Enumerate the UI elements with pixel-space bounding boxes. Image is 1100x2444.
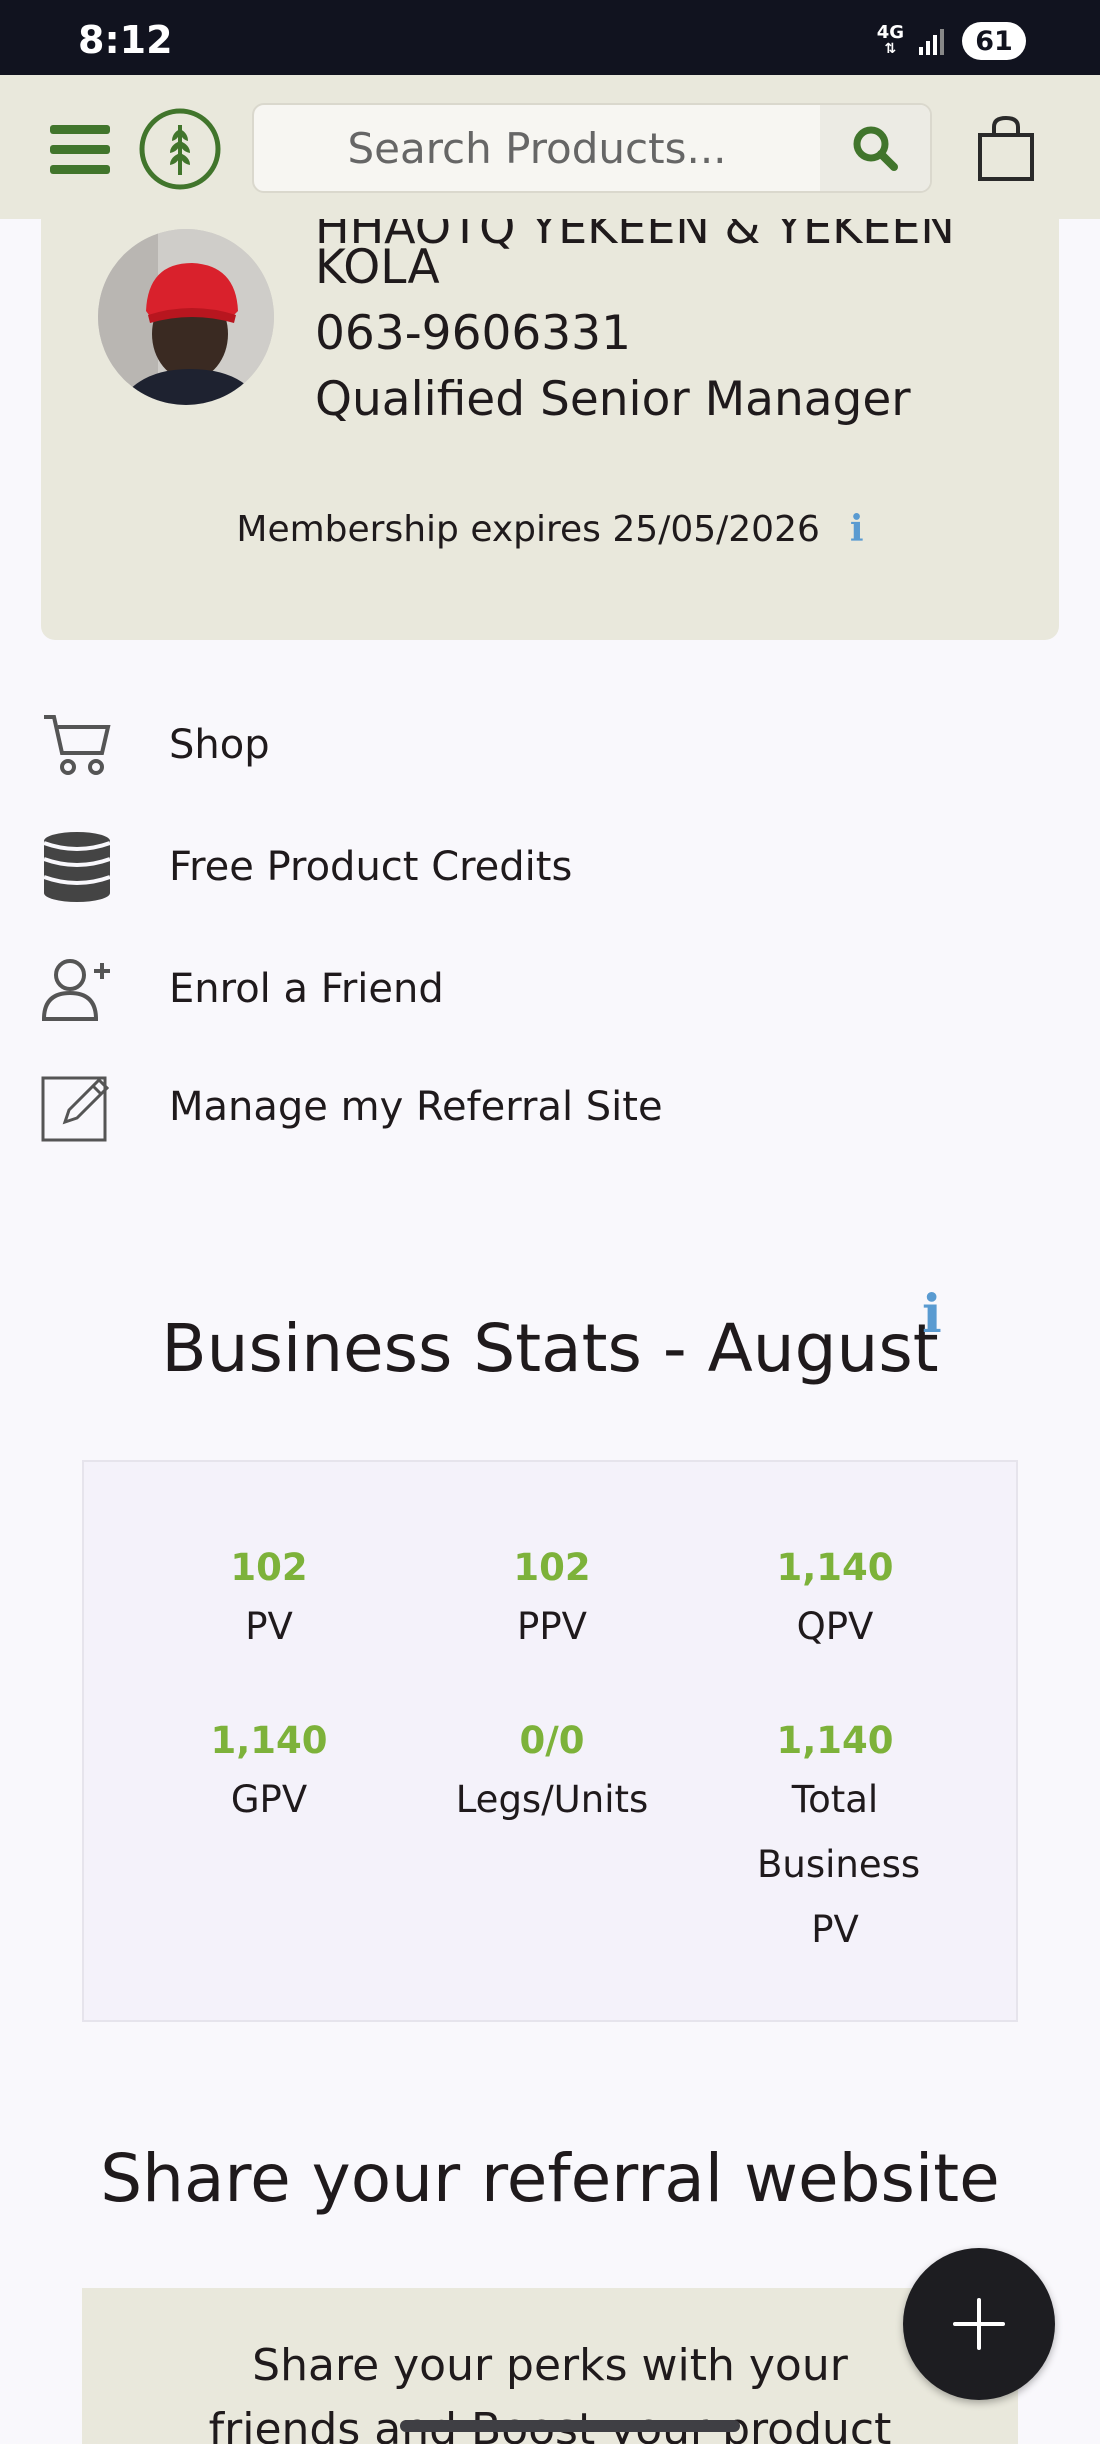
member-rank: Qualified Senior Manager	[315, 372, 911, 427]
stat-ppv: 102 PPV	[422, 1542, 682, 1659]
status-time: 8:12	[78, 18, 173, 62]
stat-total-business-pv: 1,140 Total Business PV	[705, 1715, 965, 1962]
stat-value: 102	[513, 1546, 591, 1589]
battery-icon: 61	[962, 22, 1026, 60]
business-stats-panel: 102 PV 102 PPV 1,140 QPV 1,140 GPV 0/0 L…	[82, 1460, 1018, 2022]
stat-label: Total Business PV	[757, 1778, 921, 1951]
stat-label: PPV	[517, 1605, 587, 1648]
gesture-navigation-bar[interactable]	[400, 2420, 740, 2432]
menu-item-shop[interactable]: Shop	[41, 700, 941, 790]
stat-label: Legs/Units	[455, 1778, 649, 1821]
network-4g-icon: 4G ⇅	[876, 22, 904, 58]
membership-text: Membership expires 25/05/2026	[236, 509, 820, 550]
stat-value: 1,140	[776, 1546, 894, 1589]
profile-name: KOLA	[315, 240, 440, 295]
menu-item-enrol-a-friend[interactable]: Enrol a Friend	[41, 944, 941, 1034]
stat-label: PV	[245, 1605, 293, 1648]
share-title: Share your referral website	[100, 2140, 1000, 2217]
shopping-bag-icon[interactable]	[974, 115, 1038, 183]
add-user-icon	[41, 953, 113, 1025]
stat-qpv: 1,140 QPV	[705, 1542, 965, 1659]
menu-item-label: Shop	[169, 722, 270, 768]
search-input[interactable]	[254, 105, 820, 191]
stat-value: 1,140	[776, 1719, 894, 1762]
stat-gpv: 1,140 GPV	[139, 1715, 399, 1832]
stat-value: 1,140	[210, 1719, 328, 1762]
search-button[interactable]	[820, 105, 930, 191]
stat-label: GPV	[230, 1778, 308, 1821]
membership-info-icon[interactable]: i	[850, 508, 864, 550]
signal-icon	[919, 29, 944, 55]
app-header	[0, 75, 1100, 219]
menu-item-label: Free Product Credits	[169, 844, 573, 890]
status-icons: 4G ⇅ 61	[877, 22, 1026, 60]
stat-value: 0/0	[519, 1719, 585, 1762]
profile-details: KOLA 063-9606331 Qualified Senior Manage…	[315, 235, 911, 433]
edit-icon	[41, 1071, 113, 1143]
stat-label: QPV	[796, 1605, 874, 1648]
menu-item-manage-referral-site[interactable]: Manage my Referral Site	[41, 1062, 941, 1152]
shopping-cart-icon	[41, 709, 113, 781]
member-id: 063-9606331	[315, 306, 631, 361]
stat-value: 102	[230, 1546, 308, 1589]
brand-logo[interactable]	[138, 107, 222, 191]
menu-icon[interactable]	[50, 125, 110, 175]
add-fab-button[interactable]	[903, 2248, 1055, 2400]
menu-item-free-product-credits[interactable]: Free Product Credits	[41, 822, 941, 912]
search-bar	[252, 103, 932, 193]
stats-info-icon[interactable]: i	[922, 1284, 942, 1345]
menu-item-label: Manage my Referral Site	[169, 1084, 663, 1130]
coin-stack-icon	[41, 831, 113, 903]
menu-item-label: Enrol a Friend	[169, 966, 444, 1012]
status-bar: 8:12 4G ⇅ 61	[0, 0, 1100, 75]
membership-status: Membership expires 25/05/2026 i	[41, 508, 1059, 550]
search-icon	[853, 126, 898, 171]
avatar	[98, 229, 274, 405]
stat-pv: 102 PV	[139, 1542, 399, 1659]
plus-icon	[953, 2298, 1005, 2350]
stat-legs-units: 0/0 Legs/Units	[422, 1715, 682, 1832]
